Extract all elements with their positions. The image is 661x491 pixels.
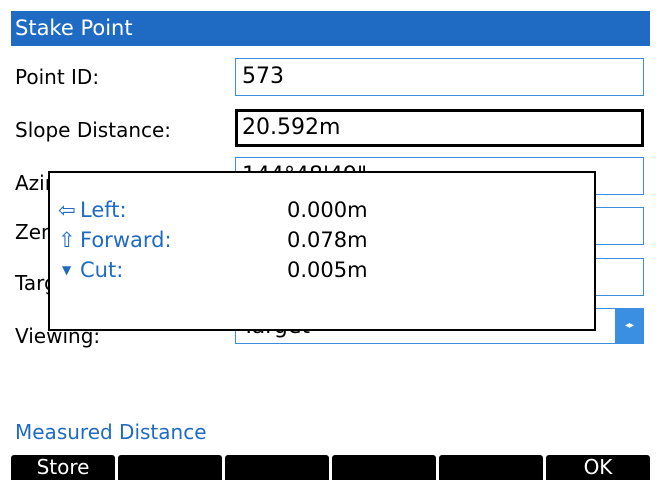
screen: Stake Point Point ID: 573 Slope Distance… xyxy=(11,11,650,480)
cut-value: 0.005m xyxy=(287,258,368,282)
title-bar: Stake Point xyxy=(11,11,650,46)
forward-value: 0.078m xyxy=(287,228,368,252)
slope-distance-label: Slope Distance: xyxy=(15,118,172,142)
stakeout-delta-popup: ⇦ Left: 0.000m ⇧ Forward: 0.078m ▼ Cut: 0.0… xyxy=(48,171,596,331)
softkey-2[interactable] xyxy=(118,455,222,480)
softkey-5[interactable] xyxy=(439,455,543,480)
popup-row-cut: ▼ Cut: xyxy=(58,256,123,284)
cut-label: Cut: xyxy=(80,258,124,282)
left-value: 0.000m xyxy=(287,198,368,222)
ok-softkey[interactable]: OK xyxy=(546,455,650,480)
left-label: Left: xyxy=(80,198,127,222)
point-id-label: Point ID: xyxy=(15,65,100,89)
up-arrow-icon: ⇧ xyxy=(58,228,76,252)
forward-label: Forward: xyxy=(80,228,172,252)
softkey-bar: Store OK xyxy=(11,455,650,480)
softkey-3[interactable] xyxy=(225,455,329,480)
down-triangle-icon: ▼ xyxy=(62,263,72,277)
slope-distance-field[interactable]: 20.592m xyxy=(235,109,644,147)
softkey-4[interactable] xyxy=(332,455,436,480)
point-id-field[interactable]: 573 xyxy=(235,58,644,96)
store-softkey[interactable]: Store xyxy=(11,455,115,480)
popup-row-left: ⇦ Left: xyxy=(58,196,127,224)
status-text: Measured Distance xyxy=(15,420,207,444)
left-arrow-icon: ⇦ xyxy=(58,198,76,222)
popup-row-forward: ⇧ Forward: xyxy=(58,226,172,254)
select-arrows-icon[interactable]: ◂▸ xyxy=(615,309,643,343)
